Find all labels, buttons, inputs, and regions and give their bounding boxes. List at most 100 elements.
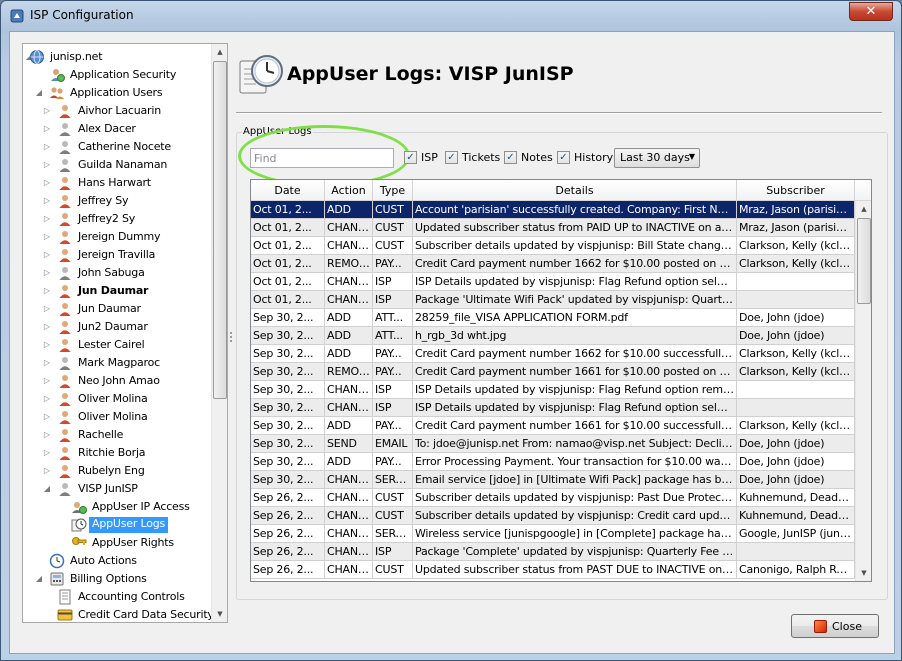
tree-item[interactable]: ▷ John Sabuga: [23, 264, 211, 282]
panel-splitter[interactable]: [230, 332, 233, 342]
scroll-down-arrow-icon[interactable]: ▼: [856, 565, 871, 581]
tree-item[interactable]: ▷ Guilda Nanaman: [23, 156, 211, 174]
table-row[interactable]: Sep 26, 2... CHANGE ISP Package 'Complete' …: [251, 543, 855, 561]
expand-arrow-icon[interactable]: ▷: [43, 142, 51, 151]
column-header-type[interactable]: Type: [373, 180, 413, 201]
expand-arrow-icon[interactable]: ▷: [43, 232, 51, 241]
expand-arrow-icon[interactable]: ▷: [43, 106, 51, 115]
expand-arrow-icon[interactable]: ▷: [43, 394, 51, 403]
tree-item[interactable]: Application Security: [23, 66, 211, 84]
tree-scroll-thumb[interactable]: [213, 61, 227, 399]
tree-item[interactable]: ◢ VISP JunISP: [23, 480, 211, 498]
table-row[interactable]: Sep 30, 2... ADD PAY... Error Processing Pa…: [251, 453, 855, 471]
expand-arrow-icon[interactable]: ▷: [43, 340, 51, 349]
expand-arrow-icon[interactable]: ▷: [43, 124, 51, 133]
table-row[interactable]: Sep 26, 2... CHANGE SERV... Wireless servic…: [251, 525, 855, 543]
window-close-button[interactable]: ✕: [849, 2, 893, 21]
tree-item[interactable]: ▷ Alex Dacer: [23, 120, 211, 138]
expand-arrow-icon[interactable]: ▷: [43, 322, 51, 331]
collapse-arrow-icon[interactable]: ◢: [35, 574, 43, 583]
expand-arrow-icon[interactable]: ▷: [43, 250, 51, 259]
expand-arrow-icon[interactable]: ▷: [43, 430, 51, 439]
table-row[interactable]: Sep 26, 2... CHANGE CUST Updated subscriber…: [251, 561, 855, 579]
tree-item[interactable]: AppUser IP Access: [23, 498, 211, 516]
tree-item[interactable]: ▷ Jereign Dummy: [23, 228, 211, 246]
tree-item[interactable]: ◢ junisp.net: [23, 48, 211, 66]
table-row[interactable]: Sep 30, 2... CHANGE ISP ISP Details updated…: [251, 399, 855, 417]
tree-item[interactable]: ▷ Jeffrey Sy: [23, 192, 211, 210]
tree-item[interactable]: ▷ Catherine Nocete: [23, 138, 211, 156]
expand-arrow-icon[interactable]: ▷: [43, 448, 51, 457]
table-row[interactable]: Oct 01, 2... CHANGE ISP ISP Details updated…: [251, 273, 855, 291]
tree-item[interactable]: ▷ Jeffrey2 Sy: [23, 210, 211, 228]
expand-arrow-icon[interactable]: ▷: [43, 178, 51, 187]
tree-item[interactable]: AppUser Logs: [23, 516, 211, 534]
logs-scroll-thumb[interactable]: [857, 218, 871, 304]
collapse-arrow-icon[interactable]: ◢: [35, 88, 43, 97]
tree-item[interactable]: ▷ Lester Cairel: [23, 336, 211, 354]
navigation-tree[interactable]: ◢ junisp.net Application Security ◢ Applicat…: [23, 44, 214, 622]
tree-item[interactable]: Accounting Controls: [23, 588, 211, 606]
table-row[interactable]: Oct 01, 2... CHANGE CUST Subscriber details…: [251, 237, 855, 255]
tree-item[interactable]: AppUser Rights: [23, 534, 211, 552]
expand-arrow-icon[interactable]: ▷: [43, 268, 51, 277]
table-row[interactable]: Sep 30, 2... ADD ATT... 28259_file_VISA APP…: [251, 309, 855, 327]
user-icon: [59, 447, 71, 460]
expand-arrow-icon[interactable]: ▷: [43, 466, 51, 475]
table-row[interactable]: Sep 26, 2... CHANGE CUST Subscriber details…: [251, 507, 855, 525]
expand-arrow-icon[interactable]: ▷: [43, 358, 51, 367]
tree-item[interactable]: Credit Card Data Security: [23, 606, 214, 622]
table-row[interactable]: Sep 26, 2... CHANGE CUST Subscriber details…: [251, 489, 855, 507]
expand-arrow-icon[interactable]: ▷: [43, 412, 51, 421]
collapse-arrow-icon[interactable]: ◢: [43, 484, 51, 493]
tree-item[interactable]: ▷ Oliver Molina: [23, 390, 211, 408]
scroll-up-arrow-icon[interactable]: ▲: [856, 201, 871, 217]
tree-item[interactable]: Auto Actions: [23, 552, 211, 570]
date-range-dropdown[interactable]: Last 30 days ▼: [614, 148, 700, 168]
tree-item[interactable]: ▷ Neo John Amao: [23, 372, 211, 390]
table-row[interactable]: Oct 01, 2... ADD CUST Account 'parisian' su…: [251, 201, 855, 219]
column-header-action[interactable]: Action: [325, 180, 373, 201]
expand-arrow-icon[interactable]: ▷: [43, 376, 51, 385]
tree-item[interactable]: ◢ Billing Options: [23, 570, 211, 588]
column-header-date[interactable]: Date: [251, 180, 325, 201]
table-row[interactable]: Sep 30, 2... CHANGE ISP ISP Details updated…: [251, 381, 855, 399]
table-row[interactable]: Oct 01, 2... CHANGE ISP Package 'Ultimate W…: [251, 291, 855, 309]
tree-item[interactable]: ▷ Jun Daumar: [23, 282, 211, 300]
tree-item[interactable]: ▷ Mark Magparoc: [23, 354, 211, 372]
tree-item[interactable]: ▷ Aivhor Lacuarin: [23, 102, 211, 120]
tree-item[interactable]: ▷ Ritchie Borja: [23, 444, 211, 462]
dialog-client-area: ◢ junisp.net Application Security ◢ Applicat…: [9, 31, 895, 654]
close-button[interactable]: Close: [791, 614, 879, 638]
tree-item[interactable]: ▷ Jun Daumar: [23, 300, 211, 318]
table-row[interactable]: Sep 30, 2... ADD ATT... h_rgb_3d wht.jpg Doe…: [251, 327, 855, 345]
tree-vertical-scrollbar[interactable]: ▲ ▼: [211, 44, 227, 622]
expand-arrow-icon[interactable]: ▷: [43, 160, 51, 169]
expand-arrow-icon[interactable]: ▷: [43, 196, 51, 205]
table-row[interactable]: Sep 30, 2... ADD PAY... Credit Card payment…: [251, 345, 855, 363]
table-row[interactable]: Oct 01, 2... CHANGE CUST Updated subscriber…: [251, 219, 855, 237]
expand-arrow-icon[interactable]: ▷: [43, 304, 51, 313]
table-row[interactable]: Sep 30, 2... REMOVE PAY... Credit Card paym…: [251, 363, 855, 381]
expand-arrow-icon[interactable]: ▷: [43, 214, 51, 223]
tree-item[interactable]: ▷ Rubelyn Eng: [23, 462, 211, 480]
scroll-up-arrow-icon[interactable]: ▲: [212, 44, 227, 60]
cell-subscriber: Kuhnemund, Dead (t...: [737, 489, 855, 507]
title-bar[interactable]: ISP Configuration ✕: [1, 1, 901, 31]
table-row[interactable]: Oct 01, 2... REMOVE PAY... Credit Card paym…: [251, 255, 855, 273]
tree-item[interactable]: ▷ Oliver Molina: [23, 408, 211, 426]
table-row[interactable]: Sep 30, 2... CHANGE SERV... Email service […: [251, 471, 855, 489]
logs-vertical-scrollbar[interactable]: ▲ ▼: [855, 201, 871, 581]
table-row[interactable]: Sep 30, 2... ADD PAY... Credit Card payment…: [251, 417, 855, 435]
column-header-subscriber[interactable]: Subscriber: [737, 180, 855, 201]
table-row[interactable]: Sep 30, 2... SEND EMAIL To: jdoe@junisp.net…: [251, 435, 855, 453]
tree-item[interactable]: ▷ Jun2 Daumar: [23, 318, 211, 336]
expand-arrow-icon[interactable]: ▷: [43, 286, 51, 295]
logs-table[interactable]: Date Action Type Details Subscriber Oct 01, …: [250, 179, 872, 582]
tree-item[interactable]: ▷ Rachelle: [23, 426, 211, 444]
tree-item[interactable]: ◢ Application Users: [23, 84, 211, 102]
tree-item[interactable]: ▷ Jereign Travilla: [23, 246, 211, 264]
scroll-down-arrow-icon[interactable]: ▼: [212, 606, 227, 622]
column-header-details[interactable]: Details: [413, 180, 737, 201]
tree-item[interactable]: ▷ Hans Harwart: [23, 174, 211, 192]
